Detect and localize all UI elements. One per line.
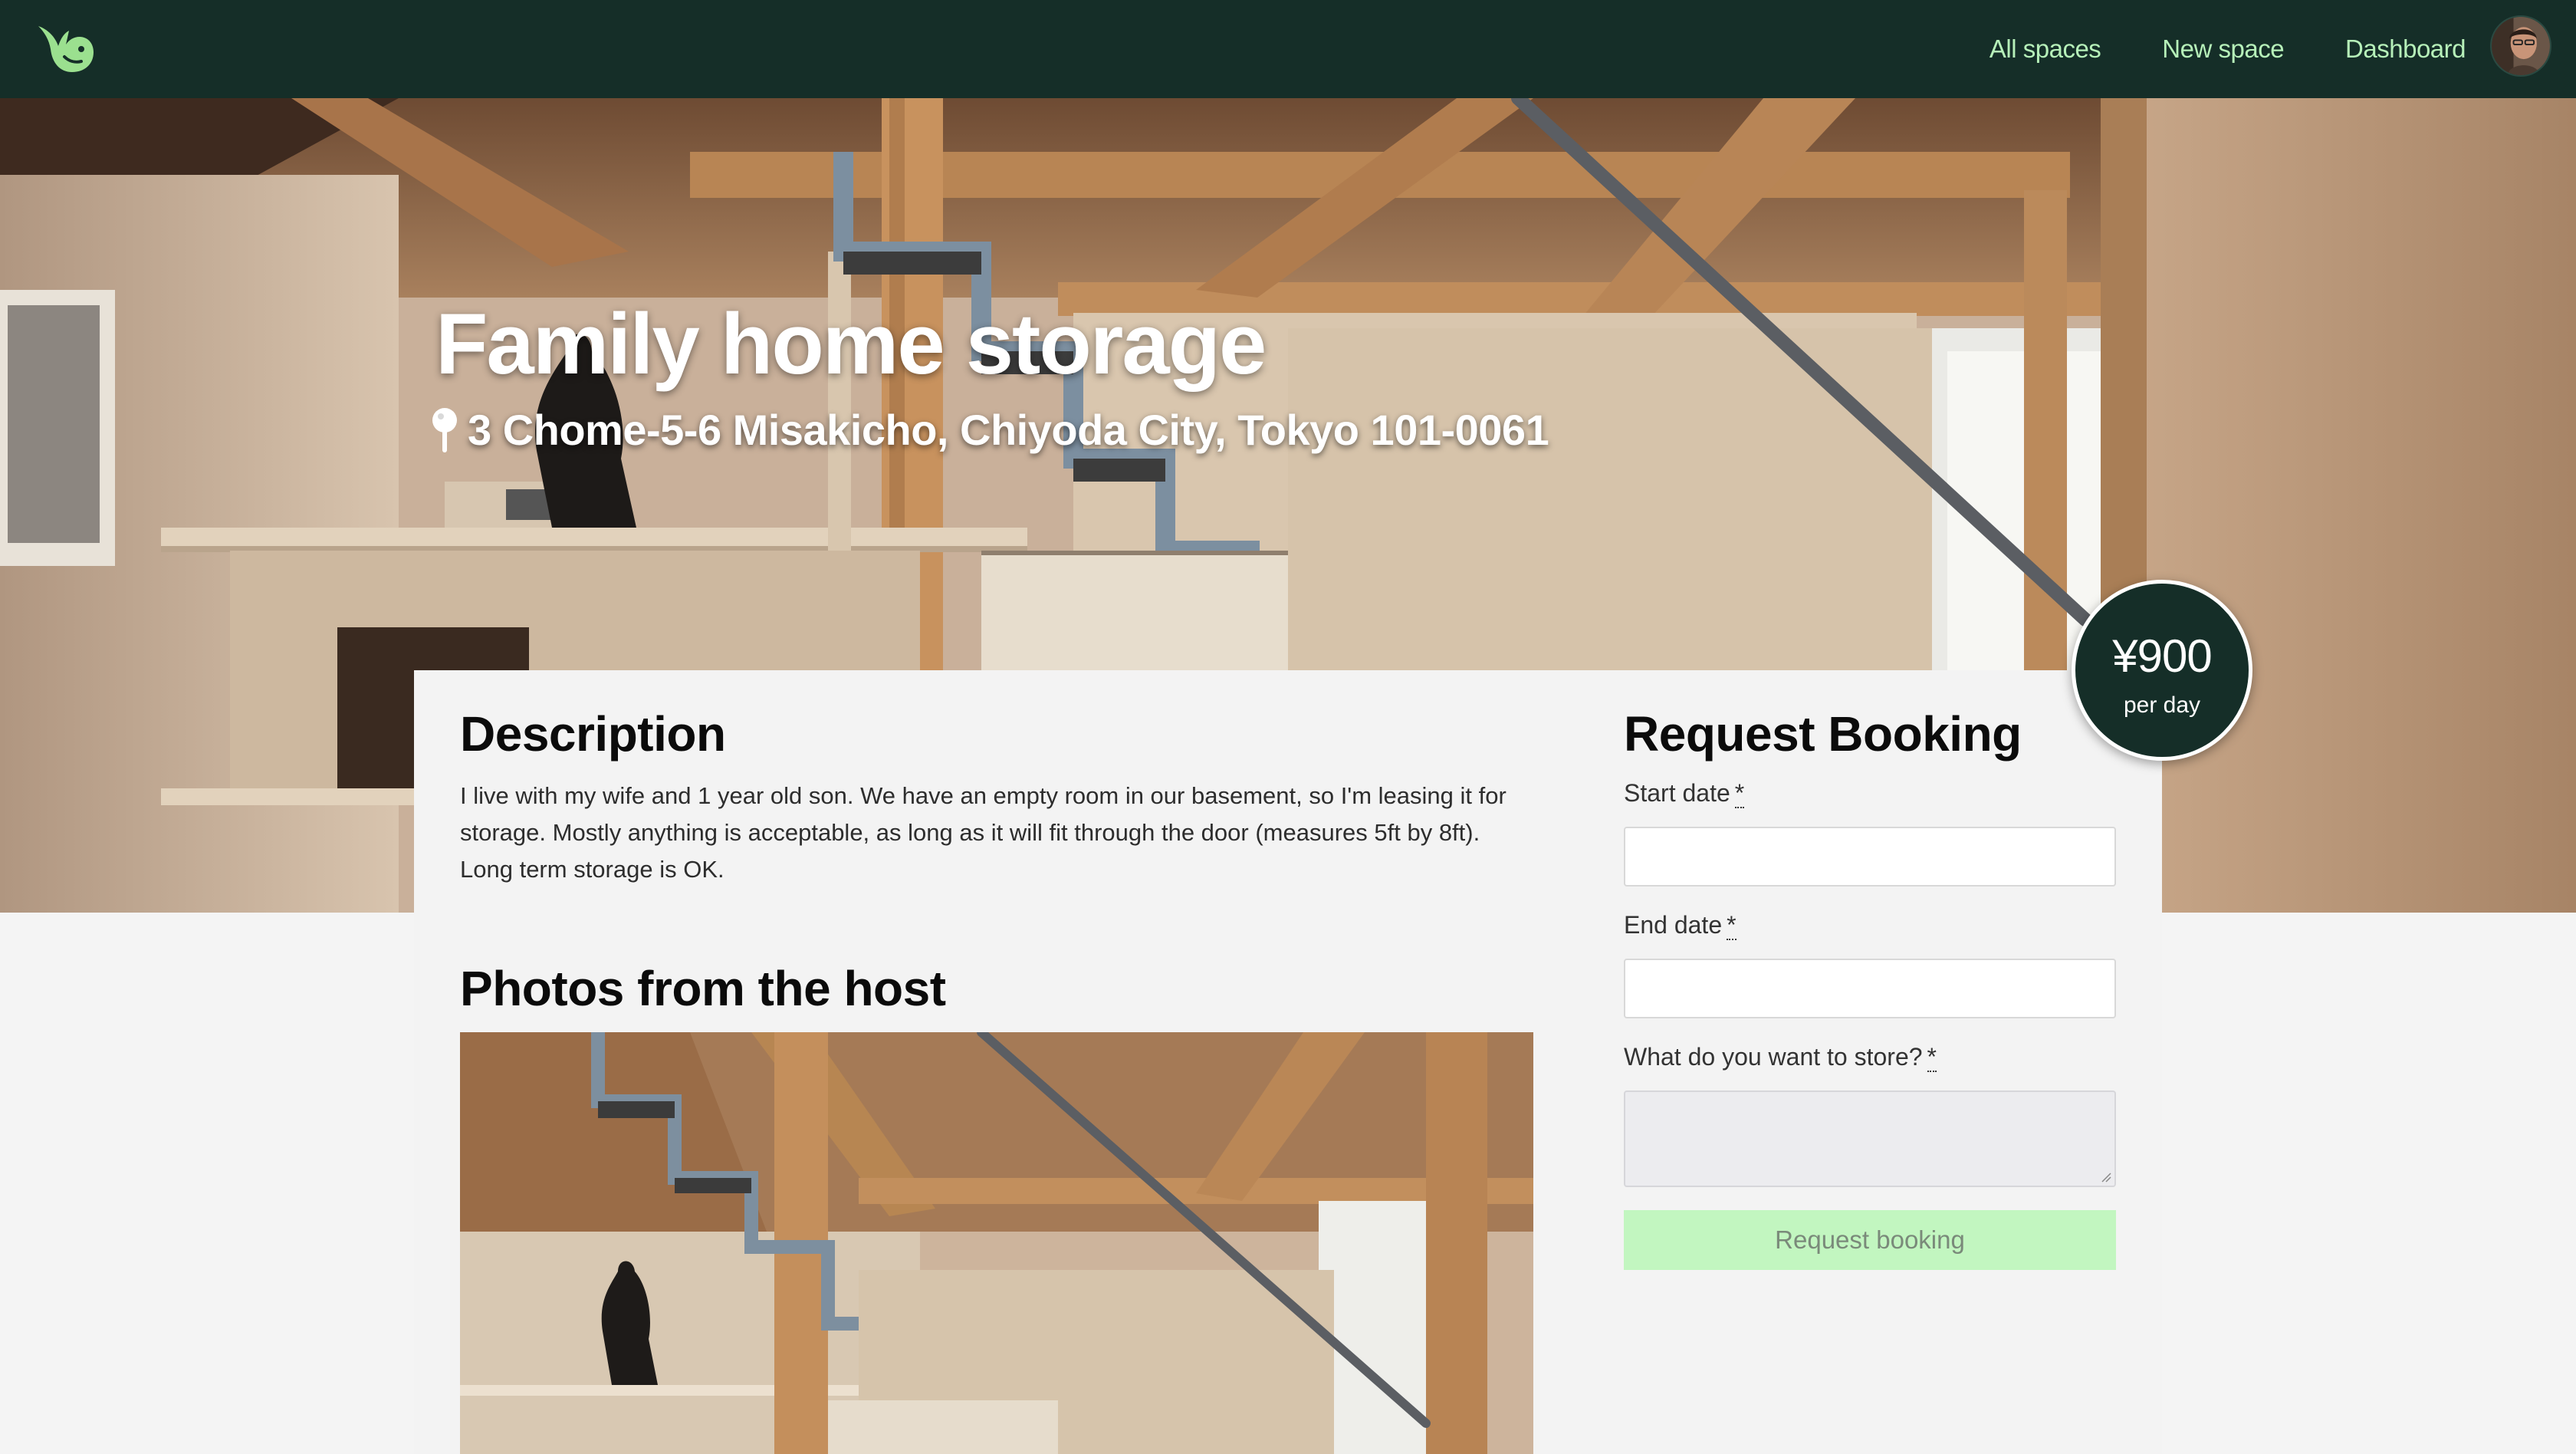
required-marker: *: [1734, 779, 1745, 808]
store-items-textarea[interactable]: [1624, 1090, 2116, 1187]
price-unit: per day: [2123, 692, 2201, 718]
request-booking-button[interactable]: Request booking: [1624, 1210, 2116, 1270]
photos-heading: Photos from the host: [460, 961, 946, 1016]
address-text: 3 Chome-5-6 Misakicho, Chiyoda City, Tok…: [468, 406, 1549, 454]
required-marker: *: [1727, 911, 1737, 940]
resize-grip-icon[interactable]: [2101, 1172, 2111, 1183]
host-photo[interactable]: [460, 1032, 1533, 1454]
listing-address: 3 Chome-5-6 Misakicho, Chiyoda City, Tok…: [431, 405, 1549, 455]
end-date-label: End date *: [1624, 911, 1737, 940]
start-date-input[interactable]: [1624, 827, 2116, 887]
price-amount: ¥900: [2112, 630, 2212, 682]
nav-new-space[interactable]: New space: [2162, 35, 2284, 64]
nav-links: All spaces New space Dashboard: [1928, 0, 2466, 98]
top-navbar: All spaces New space Dashboard: [0, 0, 2576, 98]
store-items-label: What do you want to store? *: [1624, 1043, 1937, 1072]
listing-title: Family home storage: [435, 296, 1267, 392]
start-date-label: Start date *: [1624, 779, 1745, 808]
nav-dashboard[interactable]: Dashboard: [2345, 35, 2466, 64]
description-text: I live with my wife and 1 year old son. …: [460, 782, 1506, 883]
store-items-label-text: What do you want to store?: [1624, 1043, 1923, 1071]
map-pin-icon: [432, 407, 457, 452]
listing-details-card: Description I live with my wife and 1 ye…: [414, 670, 2162, 1454]
end-date-label-text: End date: [1624, 911, 1723, 939]
nav-all-spaces[interactable]: All spaces: [1990, 35, 2101, 64]
description-heading: Description: [460, 706, 726, 762]
required-marker: *: [1927, 1043, 1937, 1072]
end-date-input[interactable]: [1624, 959, 2116, 1018]
avatar[interactable]: [2490, 15, 2551, 77]
start-date-label-text: Start date: [1624, 779, 1730, 807]
logo-bird-icon: [38, 26, 94, 72]
price-badge: ¥900 per day: [2072, 580, 2252, 761]
booking-heading: Request Booking: [1624, 706, 2022, 762]
